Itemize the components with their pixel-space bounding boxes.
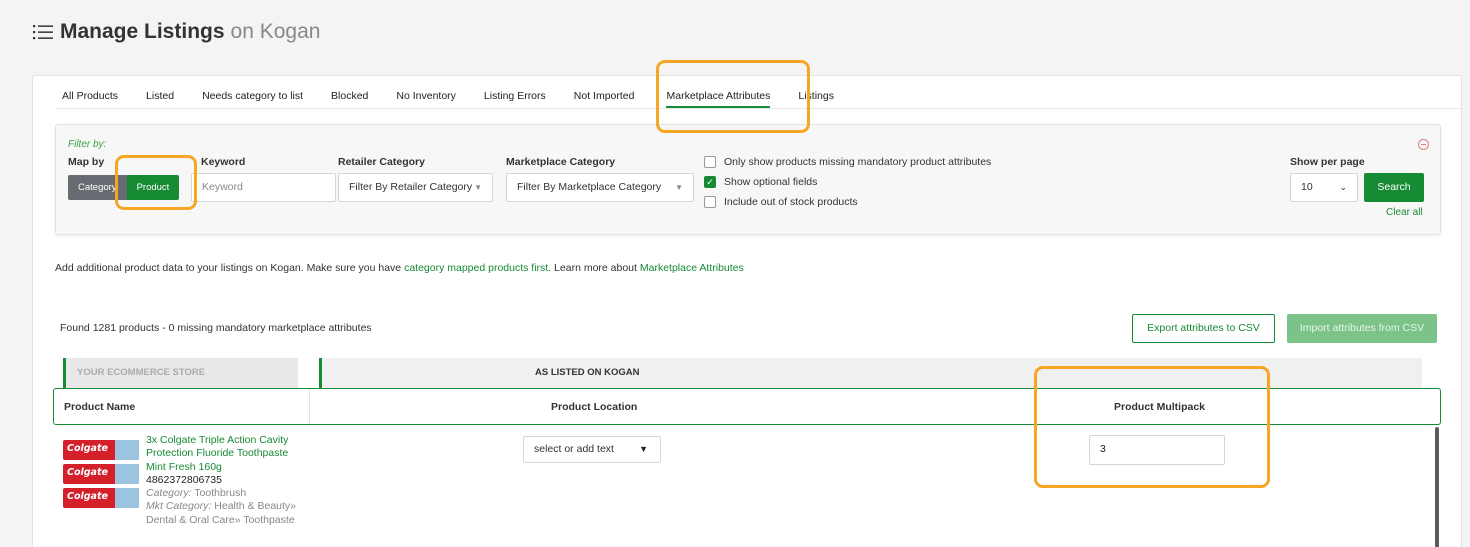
toothpaste-tube-image: Colgate bbox=[63, 488, 139, 508]
checkbox[interactable] bbox=[704, 156, 716, 168]
info-text: Add additional product data to your list… bbox=[55, 262, 744, 274]
category-value: Toothbrush bbox=[194, 487, 247, 500]
tab-listing-errors[interactable]: Listing Errors bbox=[484, 89, 560, 109]
mkt-category-value: Health & Beauty» bbox=[214, 500, 296, 513]
page-subtitle: on Kogan bbox=[230, 20, 321, 43]
scrollbar[interactable] bbox=[1435, 427, 1439, 547]
tube-brand: Colgate bbox=[67, 467, 108, 478]
tab-no-inventory[interactable]: No Inventory bbox=[396, 89, 470, 109]
product-name-line[interactable]: Protection Fluoride Toothpaste bbox=[146, 447, 306, 460]
product-details: 3x Colgate Triple Action Cavity Protecti… bbox=[146, 434, 306, 527]
tab-needs-category[interactable]: Needs category to list bbox=[202, 89, 317, 109]
page-title-text: Manage Listings bbox=[60, 20, 225, 43]
product-location-select[interactable]: select or add text ▼ bbox=[523, 436, 661, 463]
option-out-of-stock[interactable]: Include out of stock products bbox=[704, 194, 991, 210]
collapse-icon[interactable] bbox=[1418, 139, 1429, 150]
store-header: YOUR ECOMMERCE STORE bbox=[63, 358, 298, 388]
tab-all-products[interactable]: All Products bbox=[62, 89, 132, 109]
info-middle: . Learn more about bbox=[548, 262, 637, 274]
retailer-category-value: Filter By Retailer Category bbox=[349, 181, 473, 193]
import-csv-button: Import attributes from CSV bbox=[1287, 314, 1437, 343]
page-title: Manage Listings on Kogan bbox=[32, 20, 320, 44]
product-name-line[interactable]: 3x Colgate Triple Action Cavity bbox=[146, 434, 306, 447]
tab-listed[interactable]: Listed bbox=[146, 89, 188, 109]
marketplace-category-select[interactable]: Filter By Marketplace Category ▼ bbox=[506, 173, 694, 202]
option-label: Include out of stock products bbox=[724, 196, 858, 208]
chevron-down-icon: ▼ bbox=[474, 183, 482, 192]
checkbox-checked[interactable]: ✓ bbox=[704, 176, 716, 188]
checkbox[interactable] bbox=[704, 196, 716, 208]
marketplace-attributes-link[interactable]: Marketplace Attributes bbox=[640, 262, 744, 274]
retailer-category-label: Retailer Category bbox=[338, 156, 425, 168]
product-mkt-category-2: Dental & Oral Care» Toothpaste bbox=[146, 513, 295, 526]
per-page-label: Show per page bbox=[1290, 156, 1365, 168]
tab-not-imported[interactable]: Not Imported bbox=[574, 89, 649, 109]
chevron-down-icon: ⌄ bbox=[1339, 182, 1347, 192]
per-page-value: 10 bbox=[1301, 181, 1313, 193]
per-page-select[interactable]: 10 ⌄ bbox=[1290, 173, 1358, 202]
product-location-placeholder: select or add text bbox=[534, 443, 614, 455]
highlight-product-toggle bbox=[115, 155, 197, 210]
search-button[interactable]: Search bbox=[1364, 173, 1424, 202]
marketplace-category-value: Filter By Marketplace Category bbox=[517, 181, 662, 193]
tube-brand: Colgate bbox=[67, 491, 108, 502]
highlight-multipack-column bbox=[1034, 366, 1270, 488]
product-category: Category: Toothbrush bbox=[146, 487, 306, 500]
toothpaste-tube-image: Colgate bbox=[63, 464, 139, 484]
product-image: Colgate Colgate Colgate bbox=[63, 438, 139, 510]
option-label: Only show products missing mandatory pro… bbox=[724, 156, 992, 168]
tab-blocked[interactable]: Blocked bbox=[331, 89, 382, 109]
export-csv-button[interactable]: Export attributes to CSV bbox=[1132, 314, 1275, 343]
map-by-label: Map by bbox=[68, 156, 105, 168]
tube-brand: Colgate bbox=[67, 443, 108, 454]
column-divider bbox=[309, 389, 310, 424]
highlight-marketplace-tab bbox=[656, 60, 810, 133]
retailer-category-select[interactable]: Filter By Retailer Category ▼ bbox=[338, 173, 493, 202]
keyword-label: Keyword bbox=[201, 156, 246, 168]
marketplace-category-label: Marketplace Category bbox=[506, 156, 616, 168]
clear-all-link[interactable]: Clear all bbox=[1386, 207, 1423, 218]
filter-options: Only show products missing mandatory pro… bbox=[704, 154, 991, 210]
col-product-location: Product Location bbox=[551, 401, 638, 413]
filter-box: Filter by: Map by Category Product Keywo… bbox=[55, 124, 1441, 235]
filter-title: Filter by: bbox=[68, 139, 107, 150]
product-name-line[interactable]: Mint Fresh 160g bbox=[146, 461, 306, 474]
toothpaste-tube-image: Colgate bbox=[63, 440, 139, 460]
option-label: Show optional fields bbox=[724, 176, 818, 188]
col-product-name: Product Name bbox=[64, 401, 136, 413]
kogan-header-text: AS LISTED ON KOGAN bbox=[535, 367, 640, 378]
category-label: Category: bbox=[146, 487, 192, 500]
category-mapped-link[interactable]: category mapped products first bbox=[404, 262, 548, 274]
product-sku: 4862372806735 bbox=[146, 473, 222, 486]
mkt-category-label: Mkt Category: bbox=[146, 500, 212, 513]
list-icon bbox=[32, 22, 54, 42]
chevron-down-icon: ▼ bbox=[675, 183, 683, 192]
results-count: Found 1281 products - 0 missing mandator… bbox=[60, 322, 372, 334]
keyword-input[interactable]: Keyword bbox=[191, 173, 336, 202]
option-missing-mandatory[interactable]: Only show products missing mandatory pro… bbox=[704, 154, 991, 170]
info-prefix: Add additional product data to your list… bbox=[55, 262, 402, 274]
product-mkt-category: Mkt Category: Health & Beauty» bbox=[146, 500, 306, 513]
caret-down-icon: ▼ bbox=[639, 444, 648, 454]
option-show-optional[interactable]: ✓ Show optional fields bbox=[704, 174, 991, 190]
